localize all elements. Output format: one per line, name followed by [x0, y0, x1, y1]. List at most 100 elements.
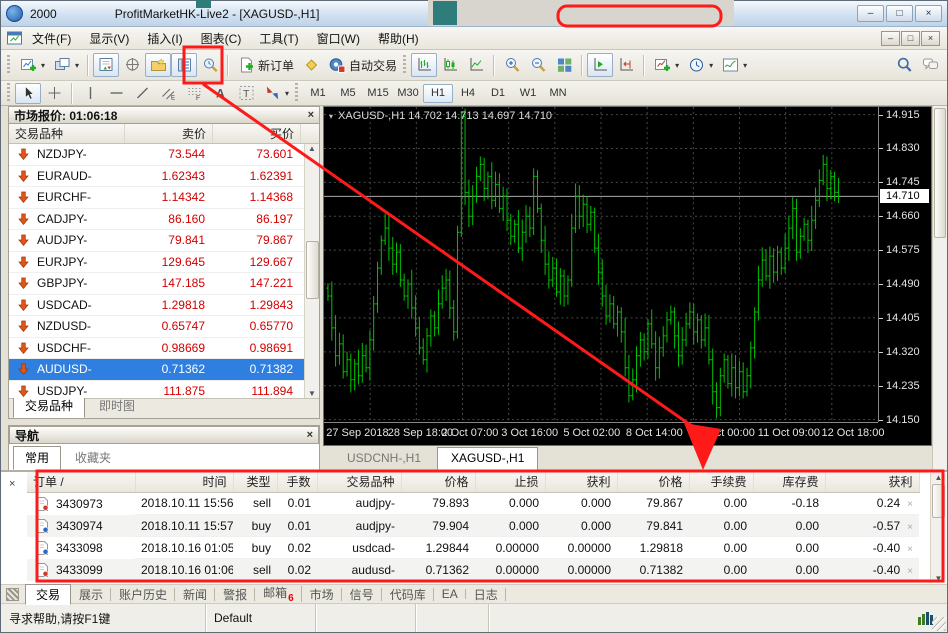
order-row[interactable]: 3430973 2018.10.11 15:56:55sell0.01audjpy…: [27, 492, 919, 515]
tile-windows-button[interactable]: [551, 53, 577, 77]
market-watch-row[interactable]: EURAUD- 1.62343 1.62391: [9, 165, 319, 187]
strategy-tester-button[interactable]: [197, 53, 223, 77]
terminal-tab-市场[interactable]: 市场: [302, 585, 342, 604]
chat-button[interactable]: [917, 53, 943, 77]
market-watch-row[interactable]: NZDJPY- 73.544 73.601: [9, 144, 319, 166]
data-window-button[interactable]: [119, 53, 145, 77]
profiles-button[interactable]: ▾: [49, 53, 83, 77]
column-header[interactable]: 手续费: [689, 472, 754, 493]
toolbar-grip[interactable]: [403, 55, 407, 75]
dropdown-icon[interactable]: ▾: [743, 61, 747, 70]
scroll-thumb[interactable]: [305, 241, 319, 299]
order-row[interactable]: 3433098 2018.10.16 01:05:54buy0.02usdcad-…: [27, 536, 919, 559]
bar-chart-button[interactable]: [411, 53, 438, 77]
close-icon[interactable]: ×: [9, 478, 15, 490]
terminal-tab-邮箱[interactable]: 邮箱6: [255, 583, 302, 605]
panel-handle-icon[interactable]: [6, 587, 19, 601]
scroll-thumb[interactable]: [932, 484, 945, 518]
crosshair-button[interactable]: [41, 83, 67, 104]
templates-button[interactable]: ▾: [717, 53, 751, 77]
status-profile[interactable]: Default: [206, 604, 316, 632]
chart-shift-button[interactable]: [613, 53, 639, 77]
menu-item[interactable]: 窗口(W): [308, 28, 369, 49]
column-header[interactable]: 手数: [277, 472, 318, 493]
new-order-button[interactable]: 新订单: [233, 53, 298, 77]
search-button[interactable]: [891, 53, 917, 77]
column-header[interactable]: 订单 /: [27, 472, 136, 493]
timeframe-m1[interactable]: M1: [303, 84, 333, 103]
terminal-tab-代码库[interactable]: 代码库: [382, 585, 434, 604]
menu-item[interactable]: 插入(I): [138, 28, 191, 49]
column-header[interactable]: 获利: [825, 472, 920, 493]
scroll-up-icon[interactable]: ▲: [935, 473, 943, 482]
horizontal-line-button[interactable]: [103, 83, 129, 104]
column-header[interactable]: 止损: [475, 472, 546, 493]
scroll-down-icon[interactable]: ▼: [308, 389, 316, 398]
scroll-down-icon[interactable]: ▼: [935, 574, 943, 583]
scroll-thumb[interactable]: [934, 108, 946, 238]
mdi-close-button[interactable]: ×: [921, 30, 940, 46]
zoom-in-button[interactable]: [499, 53, 525, 77]
column-header[interactable]: 交易品种: [317, 472, 402, 493]
navigator-tab[interactable]: 收藏夹: [63, 446, 123, 470]
timeframe-mn[interactable]: MN: [543, 84, 573, 103]
chart-tab[interactable]: USDCNH-,H1: [333, 447, 435, 470]
close-order-icon[interactable]: ×: [907, 499, 913, 510]
market-watch-row[interactable]: USDCHF- 0.98669 0.98691: [9, 337, 319, 359]
periods-button[interactable]: ▾: [683, 53, 717, 77]
market-watch-row[interactable]: CADJPY- 86.160 86.197: [9, 208, 319, 230]
close-order-icon[interactable]: ×: [907, 566, 913, 577]
column-header[interactable]: 库存费: [753, 472, 826, 493]
timeframe-w1[interactable]: W1: [513, 84, 543, 103]
market-watch-row[interactable]: EURCHF- 1.14342 1.14368: [9, 187, 319, 209]
menu-item[interactable]: 工具(T): [250, 28, 307, 49]
terminal-button[interactable]: [171, 53, 198, 77]
market-watch-row[interactable]: EURJPY- 129.645 129.667: [9, 251, 319, 273]
chart-plot-area[interactable]: ▾ XAGUSD-,H1 14.702 14.713 14.697 14.710: [324, 107, 878, 422]
terminal-scrollbar[interactable]: ▲ ▼: [930, 473, 946, 583]
terminal-tab-账户历史[interactable]: 账户历史: [111, 585, 176, 604]
column-header[interactable]: 买价: [213, 124, 301, 143]
market-watch-scrollbar[interactable]: ▲ ▼: [304, 144, 319, 398]
column-header[interactable]: 卖价: [125, 124, 213, 143]
timeframe-h1[interactable]: H1: [423, 83, 454, 103]
terminal-tab-交易[interactable]: 交易: [25, 583, 72, 605]
timeframe-m30[interactable]: M30: [393, 84, 423, 103]
menu-item[interactable]: 文件(F): [23, 28, 80, 49]
order-row[interactable]: 3433099 2018.10.16 01:06:05sell0.02audusd…: [27, 558, 919, 581]
line-chart-button[interactable]: [463, 53, 489, 77]
autotrading-button[interactable]: 自动交易: [324, 53, 401, 77]
close-icon[interactable]: ×: [307, 430, 313, 441]
auto-scroll-button[interactable]: [587, 53, 614, 77]
timeframe-m15[interactable]: M15: [363, 84, 393, 103]
terminal-tab-展示[interactable]: 展示: [71, 585, 112, 604]
column-header[interactable]: 价格: [401, 472, 476, 493]
new-chart-button[interactable]: ▾: [15, 53, 49, 77]
indicators-button[interactable]: ▾: [649, 53, 683, 77]
terminal-tab-新闻[interactable]: 新闻: [175, 585, 216, 604]
sort-icon[interactable]: /: [57, 475, 63, 489]
market-watch-row[interactable]: USDJPY- 111.875 111.894: [9, 380, 319, 398]
scroll-up-icon[interactable]: ▲: [308, 144, 316, 153]
terminal-tab-警报[interactable]: 警报: [215, 585, 256, 604]
toolbar-grip[interactable]: [7, 55, 10, 75]
fibonacci-button[interactable]: F: [181, 83, 207, 104]
order-row[interactable]: 3430974 2018.10.11 15:57:08buy0.01audjpy-…: [27, 514, 919, 537]
column-header[interactable]: 类型: [233, 472, 278, 493]
market-watch-row[interactable]: AUDJPY- 79.841 79.867: [9, 230, 319, 252]
market-watch-row[interactable]: USDCAD- 1.29818 1.29843: [9, 294, 319, 316]
menu-item[interactable]: 图表(C): [192, 28, 251, 49]
mdi-restore-button[interactable]: □: [901, 30, 920, 46]
terminal-tab-日志[interactable]: 日志: [466, 585, 506, 604]
dropdown-icon[interactable]: ▾: [285, 89, 289, 98]
market-watch-row[interactable]: AUDUSD- 0.71362 0.71382: [9, 359, 319, 381]
candlestick-chart-button[interactable]: [437, 53, 463, 77]
menu-item[interactable]: 显示(V): [80, 28, 138, 49]
navigator-button[interactable]: [145, 53, 172, 77]
timeframe-d1[interactable]: D1: [483, 84, 513, 103]
arrows-button[interactable]: ▾: [259, 83, 293, 104]
column-header[interactable]: 交易品种: [9, 124, 125, 143]
dropdown-icon[interactable]: ▾: [41, 61, 45, 70]
cursor-button[interactable]: [15, 82, 41, 104]
equidistant-channel-button[interactable]: E: [155, 83, 181, 104]
